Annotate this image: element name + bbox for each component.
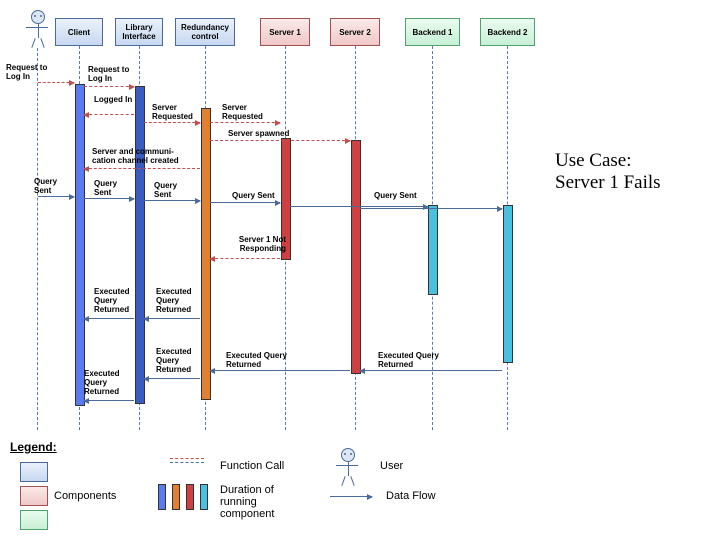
msg-request-login-1: Request to Log In [6, 64, 50, 82]
arrow [84, 168, 200, 169]
node-library: Library Interface [115, 18, 163, 46]
swatch-blue [20, 462, 48, 482]
msg-request-login-2: Request to Log In [88, 66, 132, 84]
label: Server 2 [339, 28, 371, 37]
node-redundancy: Redundancy control [175, 18, 235, 46]
msg-s1-not-resp: Server 1 Not Responding [226, 236, 286, 254]
bar-client [75, 84, 85, 406]
node-backend1: Backend 1 [405, 18, 460, 46]
arrow [210, 258, 280, 259]
arrow [210, 140, 350, 141]
msg-server-req-2: Server Requested [222, 104, 270, 122]
arrow [84, 86, 134, 87]
bar-redundancy [201, 108, 211, 400]
arrow [210, 370, 350, 371]
msg-server-req-1: Server Requested [152, 104, 200, 122]
node-server2: Server 2 [330, 18, 380, 46]
swatch-green [20, 510, 48, 530]
legend-components: Components [54, 490, 116, 502]
label: Library Interface [118, 23, 160, 41]
label: Backend 2 [487, 28, 527, 37]
label: Client [68, 28, 90, 37]
msg-eqr1: Executed Query Returned [94, 288, 138, 314]
legend-user-icon [340, 448, 356, 476]
msg-server-spawned: Server spawned [228, 130, 298, 139]
msg-qs2: Query Sent [94, 180, 126, 198]
arrow [290, 206, 428, 207]
arrow [210, 202, 280, 203]
arrow [144, 378, 200, 379]
msg-logged-in: Logged In [94, 96, 134, 105]
node-server1: Server 1 [260, 18, 310, 46]
bar-library [135, 86, 145, 404]
msg-qs3: Query Sent [154, 182, 186, 200]
arrow [360, 208, 502, 209]
node-client: Client [55, 18, 103, 46]
arrow [210, 122, 280, 123]
msg-qs5: Query Sent [374, 192, 424, 201]
arrow [84, 114, 134, 115]
legend-duration: Duration of running component [220, 484, 300, 520]
bar-server2 [351, 140, 361, 374]
lifeline-actor [37, 48, 38, 430]
label: Server 1 [269, 28, 301, 37]
msg-eqr3: Executed Query Returned [156, 348, 200, 374]
arrow [84, 318, 134, 319]
label: Backend 1 [412, 28, 452, 37]
label: Redundancy control [178, 23, 232, 41]
msg-eqr6: Executed Query Returned [378, 352, 448, 370]
arrow [38, 82, 74, 83]
actor-client [30, 10, 46, 38]
arrow [38, 196, 74, 197]
msg-eqr5: Executed Query Returned [226, 352, 296, 370]
legend: Legend: Components Function Call Duratio… [10, 440, 510, 454]
msg-eqr4: Executed Query Returned [84, 370, 128, 396]
arrow [84, 400, 134, 401]
title-line2: Server 1 Fails [555, 172, 661, 194]
legend-heading: Legend: [10, 440, 510, 454]
msg-qs1: Query Sent [34, 178, 66, 196]
arrow [84, 198, 134, 199]
title-line1: Use Case: [555, 150, 632, 172]
swatch-red [20, 486, 48, 506]
arrow [144, 122, 200, 123]
arrow [144, 318, 200, 319]
msg-channel: Server and communi- cation channel creat… [92, 148, 202, 166]
legend-dataflow: Data Flow [386, 490, 436, 502]
arrow [144, 200, 200, 201]
legend-fn: Function Call [220, 460, 284, 472]
arrow [360, 370, 502, 371]
legend-user: User [380, 460, 403, 472]
node-backend2: Backend 2 [480, 18, 535, 46]
bar-backend2 [503, 205, 513, 363]
bar-backend1 [428, 205, 438, 295]
msg-eqr2: Executed Query Returned [156, 288, 200, 314]
